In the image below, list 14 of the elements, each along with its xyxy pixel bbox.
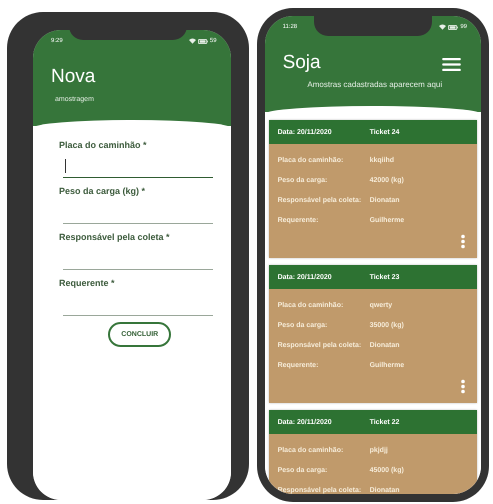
screen-title: Nova [51, 66, 96, 88]
field-label: Responsável pela coleta * [59, 232, 171, 242]
field-label: Requerente * [59, 278, 116, 288]
menu-icon[interactable] [442, 58, 461, 71]
more-options-icon[interactable] [461, 378, 465, 394]
field-label: Placa do caminhão * [59, 140, 148, 150]
battery-icon [448, 24, 458, 30]
screen-subtitle: Amostras cadastradas aparecem aqui [306, 80, 444, 89]
wifi-icon [188, 38, 196, 44]
screen-title: Soja [282, 52, 321, 74]
field-label: Peso da carga (kg) * [59, 186, 146, 196]
wifi-icon [439, 24, 446, 30]
battery-icon [198, 38, 208, 44]
more-options-icon[interactable] [461, 234, 465, 248]
